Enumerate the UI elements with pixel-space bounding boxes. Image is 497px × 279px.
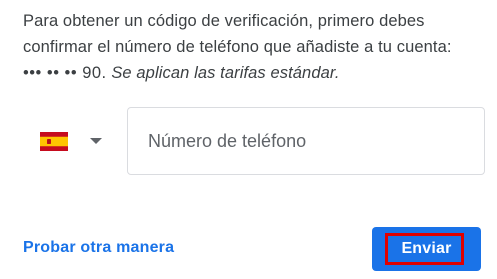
try-another-way-link[interactable]: Probar otra manera bbox=[23, 239, 174, 257]
country-code-selector[interactable] bbox=[40, 126, 108, 156]
phone-number-field[interactable] bbox=[127, 107, 485, 175]
instructions-line-1: Para obtener un código de verificación, … bbox=[23, 12, 425, 30]
phone-number-input[interactable] bbox=[128, 108, 484, 174]
verification-instructions: Para obtener un código de verificación, … bbox=[23, 8, 488, 86]
masked-phone-number: ••• •• •• 90. bbox=[23, 64, 107, 82]
send-button-label: Enviar bbox=[401, 240, 452, 257]
instructions-line-3: ••• •• •• 90. Se aplican las tarifas est… bbox=[23, 60, 488, 86]
standard-rates-note: Se aplican las tarifas estándar. bbox=[111, 64, 340, 82]
spain-flag-icon bbox=[40, 131, 68, 151]
send-button[interactable]: Enviar bbox=[372, 227, 481, 271]
instructions-line-2: confirmar el número de teléfono que añad… bbox=[23, 38, 452, 56]
chevron-down-icon[interactable] bbox=[90, 138, 102, 144]
